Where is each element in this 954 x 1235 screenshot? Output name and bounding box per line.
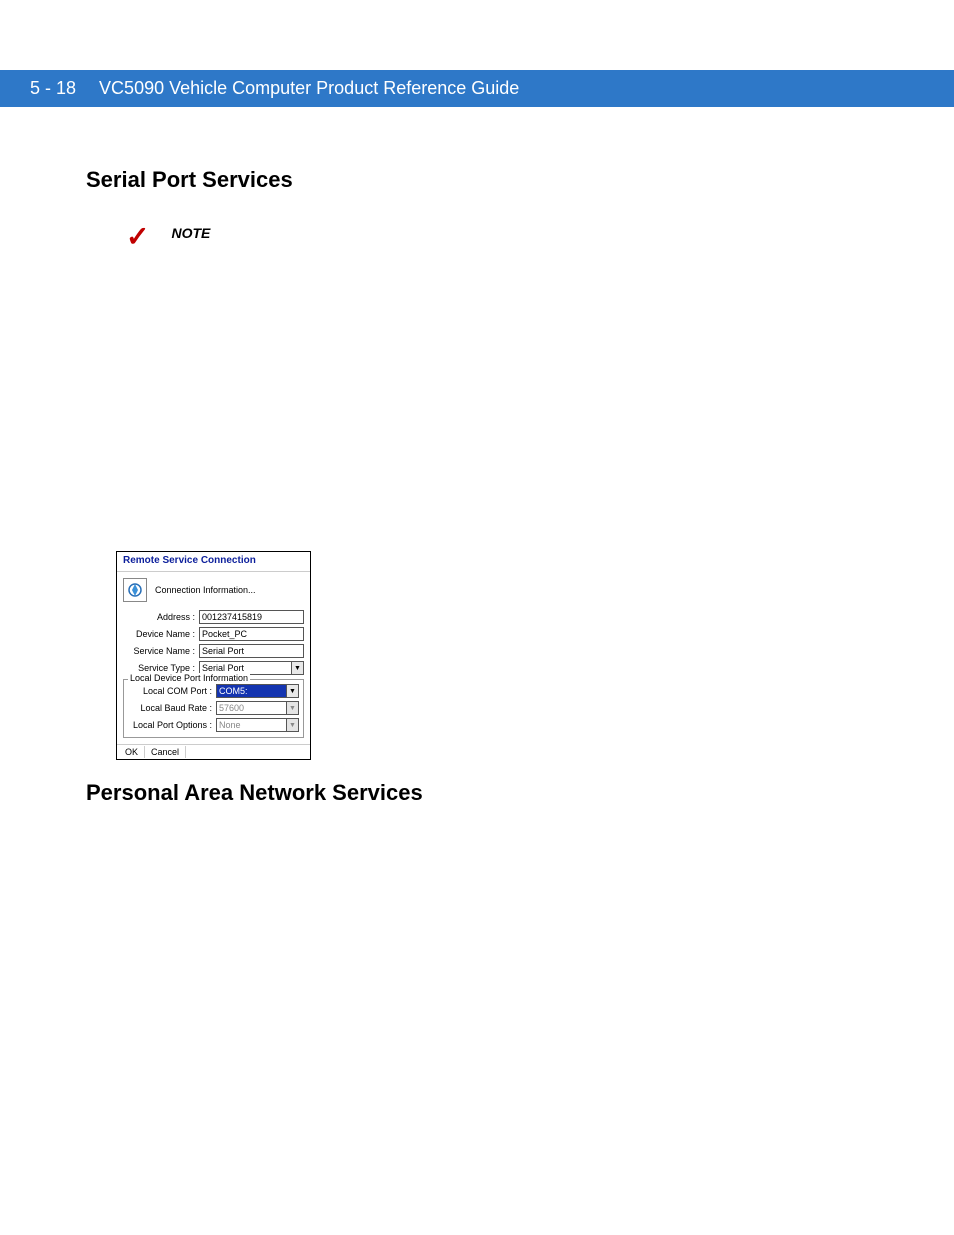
- device-input[interactable]: Pocket_PC: [199, 627, 304, 641]
- cancel-button[interactable]: Cancel: [145, 746, 186, 758]
- connection-info-row: Connection Information...: [123, 578, 304, 602]
- address-row: Address : 001237415819: [123, 610, 304, 624]
- chevron-down-icon: ▼: [286, 701, 299, 715]
- service-name-input[interactable]: Serial Port: [199, 644, 304, 658]
- com-port-label: Local COM Port :: [128, 686, 216, 696]
- port-options-row: Local Port Options : None ▼: [128, 718, 299, 732]
- com-port-select[interactable]: COM5:: [216, 684, 286, 698]
- device-label: Device Name :: [123, 629, 199, 639]
- explorer-icon: [123, 578, 147, 602]
- ok-button[interactable]: OK: [119, 746, 145, 758]
- dialog-title: Remote Service Connection: [117, 552, 310, 572]
- connection-info-label: Connection Information...: [155, 585, 256, 595]
- local-port-legend: Local Device Port Information: [128, 673, 250, 683]
- service-name-label: Service Name :: [123, 646, 199, 656]
- baud-rate-row: Local Baud Rate : 57600 ▼: [128, 701, 299, 715]
- service-name-row: Service Name : Serial Port: [123, 644, 304, 658]
- page-header: 5 - 18 VC5090 Vehicle Computer Product R…: [0, 70, 954, 107]
- note-label: NOTE: [171, 223, 210, 241]
- guide-title: VC5090 Vehicle Computer Product Referenc…: [99, 78, 519, 98]
- service-type-label: Service Type :: [123, 663, 199, 673]
- com-port-row: Local COM Port : COM5: ▼: [128, 684, 299, 698]
- dialog-body: Connection Information... Address : 0012…: [117, 572, 310, 744]
- page-number: 5 - 18: [30, 78, 76, 98]
- dialog-footer: OK Cancel: [117, 744, 310, 759]
- baud-rate-label: Local Baud Rate :: [128, 703, 216, 713]
- page-content: Serial Port Services ✓ NOTE Remote Servi…: [0, 107, 866, 806]
- address-label: Address :: [123, 612, 199, 622]
- chevron-down-icon[interactable]: ▼: [286, 684, 299, 698]
- chevron-down-icon: ▼: [286, 718, 299, 732]
- checkmark-icon: ✓: [126, 223, 149, 251]
- section-serial-port-title: Serial Port Services: [86, 167, 866, 193]
- section-pan-title: Personal Area Network Services: [86, 780, 866, 806]
- port-options-select: None: [216, 718, 286, 732]
- device-row: Device Name : Pocket_PC: [123, 627, 304, 641]
- remote-service-dialog: Remote Service Connection Connection Inf…: [116, 551, 311, 760]
- chevron-down-icon[interactable]: ▼: [291, 661, 304, 675]
- note-block: ✓ NOTE: [126, 223, 866, 251]
- address-input[interactable]: 001237415819: [199, 610, 304, 624]
- baud-rate-select: 57600: [216, 701, 286, 715]
- local-port-group: Local Device Port Information Local COM …: [123, 679, 304, 738]
- port-options-label: Local Port Options :: [128, 720, 216, 730]
